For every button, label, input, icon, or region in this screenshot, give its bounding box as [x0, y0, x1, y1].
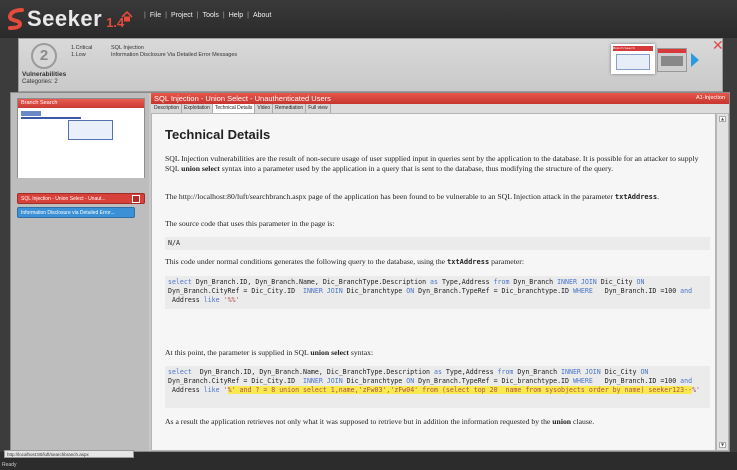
menu-project[interactable]: Project	[171, 12, 193, 19]
tab-video[interactable]: Video	[255, 104, 274, 113]
sidebar-item-sql-injection[interactable]: SQL Injection - Union Select - Unaut...	[17, 193, 145, 204]
sidebar: Branch Search SQL Injection - Union Sele…	[11, 93, 149, 451]
severity-label: 1.Critical	[71, 45, 93, 51]
summary-text: SQL Injection	[111, 45, 144, 51]
menu-tools[interactable]: Tools	[203, 12, 219, 19]
thumbnail-branch-search[interactable]: Branch Search	[611, 44, 655, 74]
tab-remediation[interactable]: Remediation	[273, 104, 307, 113]
menu-about[interactable]: About	[253, 12, 271, 19]
paragraph-union-select: At this point, the parameter is supplied…	[165, 348, 374, 357]
sidebar-item-label: SQL Injection - Union Select - Unaut...	[21, 196, 106, 202]
technical-details-document: Technical Details SQL Injection vulnerab…	[151, 113, 716, 451]
tab-exploitation[interactable]: Exploitation	[182, 104, 213, 113]
branch-search-preview	[18, 108, 144, 178]
categories-count: Categories: 2	[22, 79, 58, 85]
menu-help[interactable]: Help	[229, 12, 243, 19]
vulnerability-count-badge: 2	[31, 43, 57, 69]
tab-description[interactable]: Description	[152, 104, 183, 113]
code-source: N/A	[165, 237, 710, 250]
sidebar-item-label: Information Disclosure via Detailed Erro…	[21, 210, 115, 216]
status-url: http://localhost:80/luft/searchbranch.as…	[4, 450, 134, 458]
vulnerabilities-panel: 2 1.Critical SQL Injection 1.Low Informati…	[18, 38, 723, 92]
home-icon[interactable]	[121, 11, 133, 22]
sidebar-item-info-disclosure[interactable]: Information Disclosure via Detailed Erro…	[17, 207, 135, 218]
vulnerability-title-text: SQL Injection - Union Select - Unauthent…	[154, 94, 331, 103]
main-menu: | File | Project | Tools | Help | About	[144, 12, 272, 19]
content-area: SQL Injection - Union Select - Unauthent…	[151, 93, 729, 451]
document-scrollbar[interactable]: ▲ ▼	[716, 113, 729, 451]
summary-line: 1.Low Information Disclosure Via Detailed…	[71, 52, 237, 59]
thumbnail-next-page[interactable]	[657, 48, 687, 72]
detail-tabs: Description Exploitation Technical Detai…	[151, 104, 729, 113]
close-icon[interactable]: ✕	[712, 38, 724, 54]
section-heading: Technical Details	[165, 127, 271, 142]
next-arrow-icon[interactable]	[691, 53, 699, 67]
summary-line: 1.Critical SQL Injection	[71, 45, 237, 52]
code-injected-query: select Dyn_Branch.ID, Dyn_Branch.Name, D…	[165, 366, 710, 408]
status-ready: Ready	[2, 462, 17, 468]
paragraph-intro: SQL Injection vulnerabilities are the re…	[165, 154, 699, 173]
summary-text: Information Disclosure Via Detailed Erro…	[111, 52, 238, 58]
menu-file[interactable]: File	[150, 12, 161, 19]
item-menu-icon[interactable]	[132, 195, 140, 203]
paragraph-source-code: The source code that uses this parameter…	[165, 219, 335, 228]
main-frame: Branch Search SQL Injection - Union Sele…	[10, 92, 730, 452]
vulnerabilities-title: Vulnerabilities	[22, 71, 67, 78]
scroll-down-icon[interactable]: ▼	[719, 442, 726, 448]
page-thumbnails: Branch Search	[609, 42, 704, 82]
vulnerability-title: SQL Injection - Union Select - Unauthent…	[151, 93, 729, 104]
seeker-logo: Seeker 1.4	[8, 6, 124, 32]
thumbnail-label: Branch Search	[613, 46, 653, 51]
paragraph-normal-query: This code under normal conditions genera…	[165, 257, 524, 266]
severity-label: 1.Low	[71, 52, 86, 58]
branch-search-title: Branch Search	[18, 99, 144, 108]
branch-search-panel[interactable]: Branch Search	[17, 98, 145, 178]
scroll-up-icon[interactable]: ▲	[719, 116, 726, 122]
paragraph-vulnerable-page: The http://localhost:80/luft/searchbranc…	[165, 192, 659, 201]
code-normal-query: select Dyn_Branch.ID, Dyn_Branch.Name, D…	[165, 276, 710, 309]
tab-full-view[interactable]: Full view	[306, 104, 331, 113]
paragraph-result: As a result the application retrieves no…	[165, 417, 595, 426]
top-bar: Seeker 1.4 | File | Project | Tools | He…	[0, 0, 737, 38]
app-name: Seeker	[27, 6, 103, 31]
vulnerability-summary: 1.Critical SQL Injection 1.Low Information…	[71, 45, 237, 59]
owasp-tag: A1-Injection	[695, 95, 725, 101]
seeker-logo-icon	[8, 8, 24, 30]
tab-technical-details[interactable]: Technical Details	[212, 104, 256, 113]
